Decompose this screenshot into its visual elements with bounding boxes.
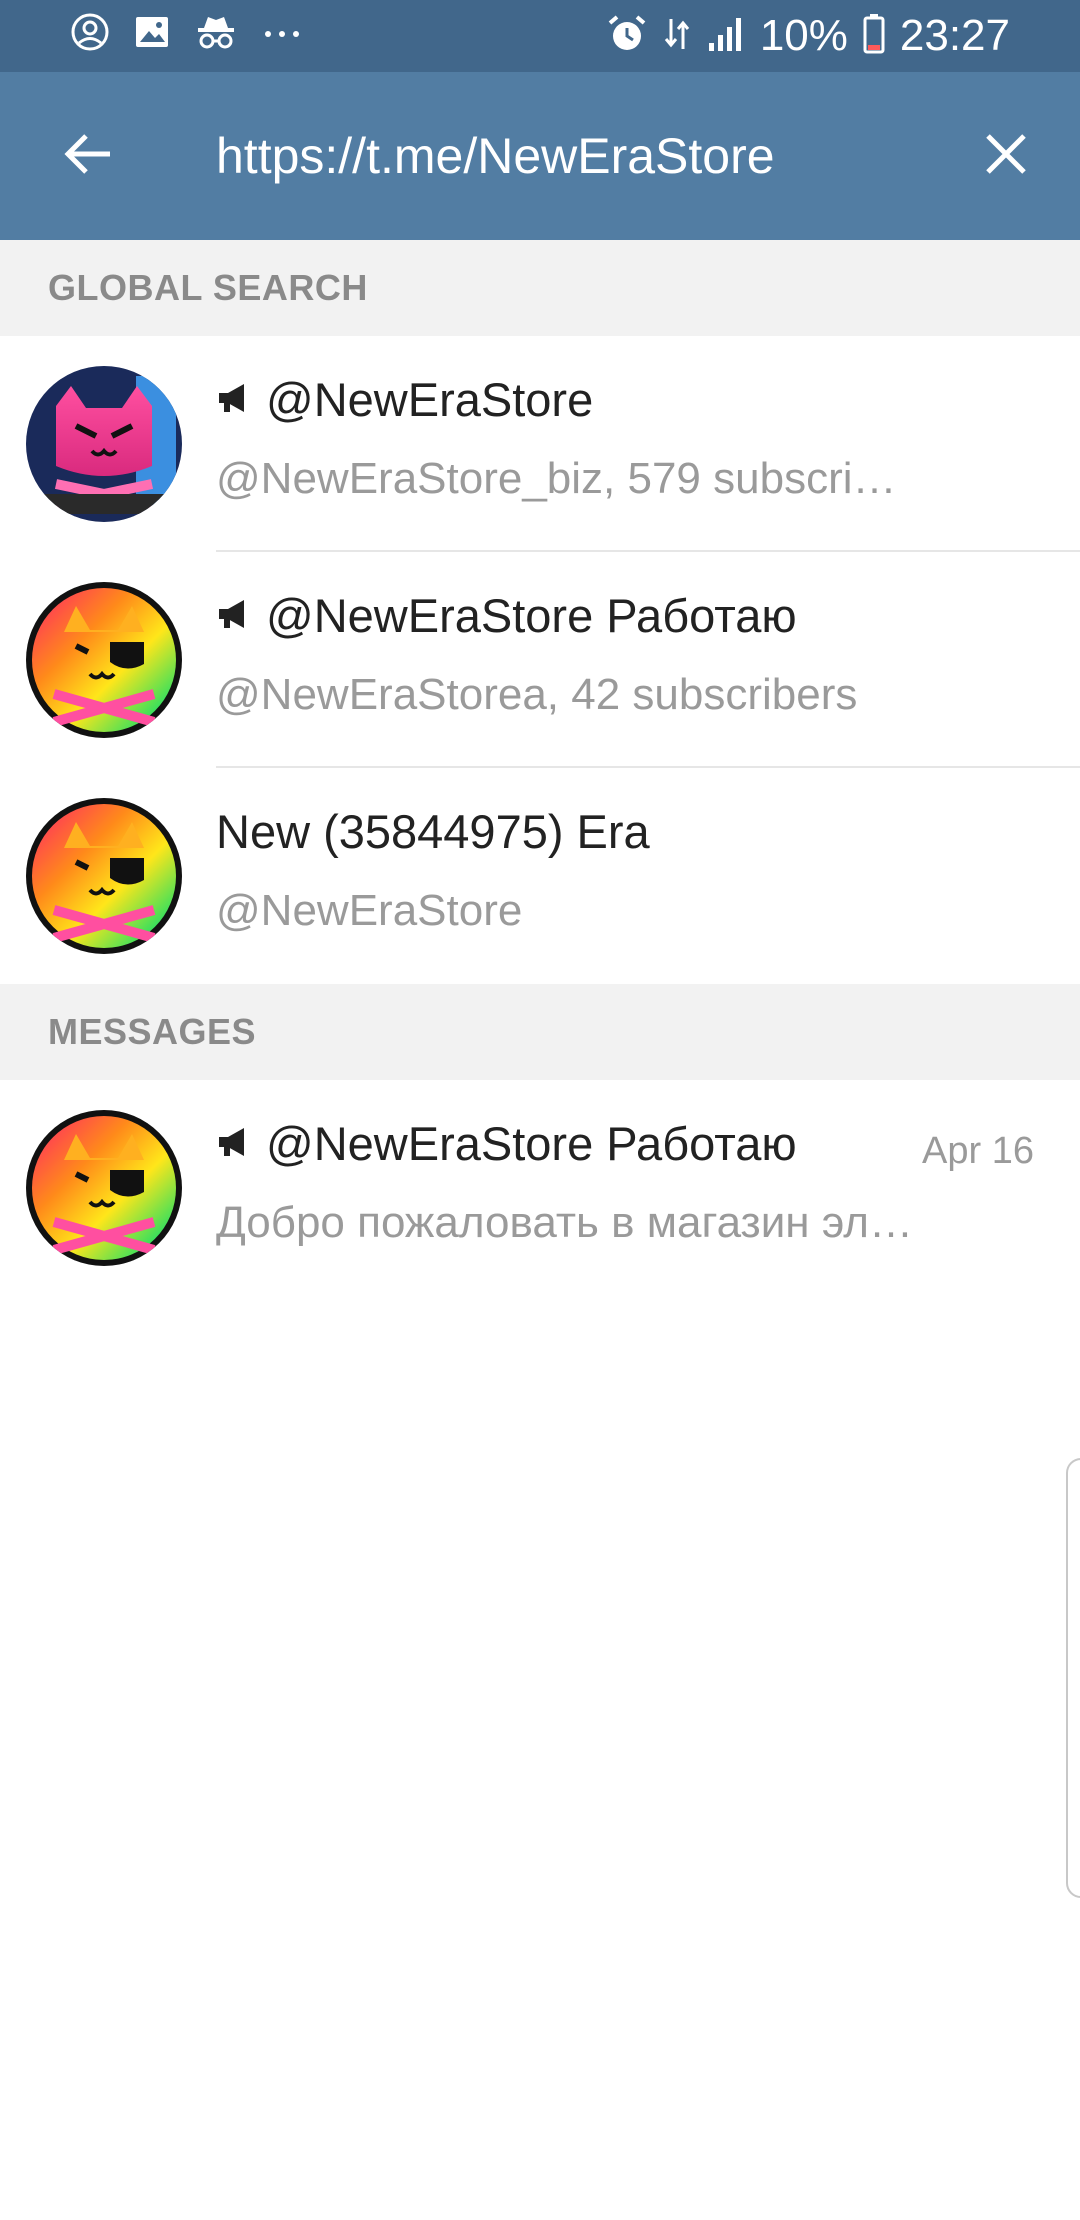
search-result-row[interactable]: New (35844975) Era @NewEraStore bbox=[0, 768, 1080, 984]
back-button[interactable] bbox=[48, 116, 128, 196]
alarm-icon bbox=[606, 13, 648, 60]
avatar bbox=[26, 582, 182, 738]
section-header-global-search: GLOBAL SEARCH bbox=[0, 240, 1080, 336]
search-result-row[interactable]: @NewEraStore @NewEraStore_biz, 579 subsc… bbox=[0, 336, 1080, 552]
result-title: New (35844975) Era bbox=[216, 804, 650, 859]
result-title-text: New (35844975) Era bbox=[216, 805, 650, 858]
megaphone-icon bbox=[216, 1116, 252, 1171]
result-title: @NewEraStore bbox=[216, 372, 593, 427]
image-icon bbox=[132, 12, 172, 57]
more-dots-icon bbox=[260, 12, 304, 57]
result-subtitle: @NewEraStore bbox=[216, 886, 523, 935]
result-title-text: @NewEraStore Работаю bbox=[266, 589, 797, 642]
account-circle-icon bbox=[70, 12, 110, 57]
message-title: @NewEraStore Работаю bbox=[216, 1116, 797, 1171]
app-bar bbox=[0, 72, 1080, 240]
battery-icon bbox=[862, 12, 886, 61]
clear-search-button[interactable] bbox=[966, 116, 1046, 196]
search-input[interactable] bbox=[216, 120, 916, 192]
close-icon bbox=[982, 130, 1030, 183]
result-title-text: @NewEraStore bbox=[266, 373, 594, 426]
message-date: Apr 16 bbox=[922, 1130, 1034, 1172]
search-result-row[interactable]: @NewEraStore Работаю @NewEraStorea, 42 s… bbox=[0, 552, 1080, 768]
status-bar: 10% 23:27 bbox=[0, 0, 1080, 72]
data-arrows-icon bbox=[662, 13, 692, 60]
avatar bbox=[26, 798, 182, 954]
message-row[interactable]: @NewEraStore Работаю Apr 16 Добро пожало… bbox=[0, 1080, 1080, 1296]
result-title: @NewEraStore Работаю bbox=[216, 588, 797, 643]
arrow-left-icon bbox=[60, 126, 116, 187]
megaphone-icon bbox=[216, 588, 252, 643]
megaphone-icon bbox=[216, 372, 252, 427]
signal-icon bbox=[706, 13, 746, 60]
message-title-text: @NewEraStore Работаю bbox=[266, 1117, 797, 1170]
result-subtitle: @NewEraStorea, 42 subscribers bbox=[216, 670, 858, 719]
message-preview: Добро пожаловать в магазин эл… bbox=[216, 1198, 913, 1247]
clock: 23:27 bbox=[899, 11, 1010, 60]
avatar bbox=[26, 366, 182, 522]
result-subtitle: @NewEraStore_biz, 579 subscri… bbox=[216, 454, 897, 503]
incognito-icon bbox=[194, 12, 238, 57]
section-header-messages: MESSAGES bbox=[0, 984, 1080, 1080]
avatar bbox=[26, 1110, 182, 1266]
scroll-handle[interactable] bbox=[1066, 1458, 1080, 1898]
battery-percent: 10% bbox=[759, 11, 848, 60]
